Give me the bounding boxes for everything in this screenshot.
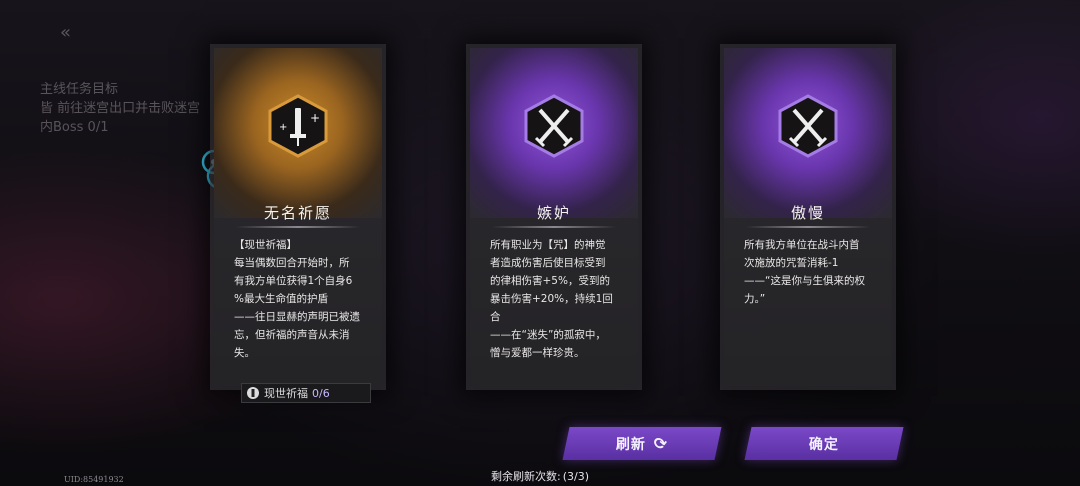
svg-text:+: + <box>310 111 320 125</box>
blessing-card-nameless-wish[interactable]: + + 无名祈愿 【现世祈福】 每当偶数回合开始时，所 有我方单位获得1个自身6… <box>214 48 382 386</box>
quest-line: 皆 前往迷宫出口并击败迷宫 <box>40 101 201 116</box>
quest-tracker: 主线任务目标 皆 前往迷宫出口并击败迷宫 内Boss 0/1 <box>40 80 200 137</box>
confirm-label: 确定 <box>809 436 839 453</box>
confirm-button[interactable]: 确定 <box>744 427 904 460</box>
refresh-label: 刷新 <box>615 436 646 453</box>
blessing-card-pride[interactable]: 傲慢 所有我方单位在战斗内首 次施放的咒誓消耗-1 ——“这是你与生俱来的权 力… <box>724 48 892 386</box>
blessing-icon <box>247 387 259 399</box>
divider <box>492 226 616 228</box>
back-icon[interactable]: « <box>60 22 71 43</box>
user-id: UID:85491932 <box>64 475 124 484</box>
card-title: 傲慢 <box>790 204 825 222</box>
blessing-counter-label: 现世祈福 <box>264 387 308 400</box>
blessing-counter-value: 0/6 <box>312 386 330 400</box>
remaining-label: 剩余刷新次数: <box>490 470 561 483</box>
remaining-refreshes: 剩余刷新次数: (3/3) <box>0 468 1080 484</box>
blessing-counter: 现世祈福 0/6 <box>241 383 371 403</box>
crossed-swords-icon <box>524 94 584 158</box>
card-description: 【现世祈福】 每当偶数回合开始时，所 有我方单位获得1个自身6 %最大生命值的护… <box>234 239 360 359</box>
card-title: 嫉妒 <box>536 204 571 222</box>
refresh-icon: ⟳ <box>651 433 671 453</box>
divider <box>746 226 870 228</box>
remaining-value: (3/3) <box>562 470 589 483</box>
blessing-card-envy[interactable]: 嫉妒 所有职业为【咒】的神觉 者造成伤害后使目标受到 的律相伤害+5%，受到的 … <box>470 48 638 386</box>
svg-text:+: + <box>279 122 287 133</box>
card-description: 所有我方单位在战斗内首 次施放的咒誓消耗-1 ——“这是你与生俱来的权 力。” <box>744 239 865 305</box>
quest-line: 主线任务目标 <box>40 82 119 97</box>
crossed-swords-icon <box>778 94 838 158</box>
syringe-plus-icon: + + <box>268 94 328 158</box>
divider <box>236 226 360 228</box>
card-title: 无名祈愿 <box>263 204 332 222</box>
quest-line: 内Boss 0/1 <box>40 120 109 135</box>
refresh-button[interactable]: 刷新 ⟳ <box>562 427 722 460</box>
card-description: 所有职业为【咒】的神觉 者造成伤害后使目标受到 的律相伤害+5%，受到的 暴击伤… <box>490 239 613 359</box>
